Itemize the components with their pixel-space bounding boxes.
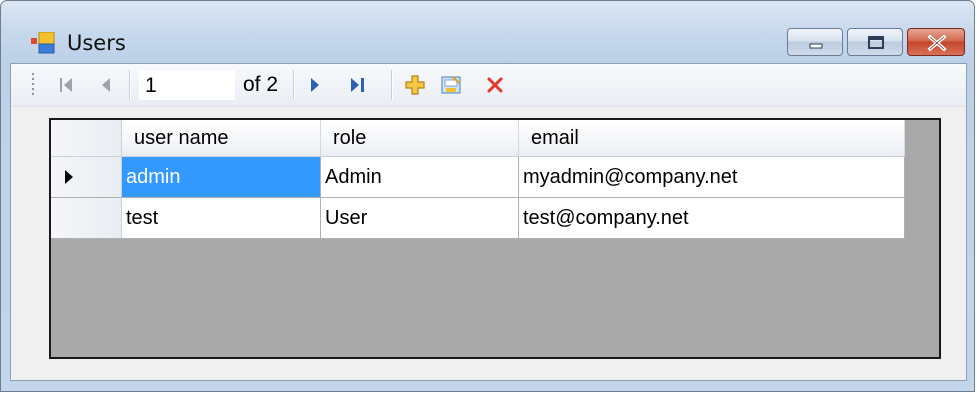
close-icon <box>927 34 947 52</box>
cell-user-name[interactable]: test <box>121 197 321 239</box>
move-first-icon[interactable] <box>55 73 79 97</box>
move-previous-icon[interactable] <box>95 73 119 97</box>
close-button[interactable] <box>907 28 965 56</box>
row-header[interactable] <box>51 197 122 239</box>
minimize-icon <box>809 43 823 49</box>
cell-email[interactable]: test@company.net <box>518 197 905 239</box>
toolbar-separator <box>391 70 393 100</box>
column-header-user-name[interactable]: user name <box>121 120 321 157</box>
cell-role[interactable]: Admin <box>320 156 519 198</box>
header-row: user name role email <box>51 120 905 157</box>
table-row[interactable]: test User test@company.net <box>51 197 905 239</box>
table-row[interactable]: admin Admin myadmin@company.net <box>51 156 905 198</box>
row-header[interactable] <box>51 156 122 198</box>
add-new-icon[interactable] <box>403 73 427 97</box>
position-input[interactable] <box>139 70 235 100</box>
users-data-grid[interactable]: user name role email admin Admin myadmin… <box>49 118 941 359</box>
app-form-icon <box>31 32 55 54</box>
cell-email[interactable]: myadmin@company.net <box>518 156 905 198</box>
window-title: Users <box>67 31 126 55</box>
save-icon[interactable] <box>439 73 463 97</box>
toolbar-separator <box>129 70 131 100</box>
binding-navigator: of 2 <box>11 64 966 107</box>
maximize-icon <box>868 36 884 49</box>
column-header-email[interactable]: email <box>518 120 905 157</box>
toolbar-separator <box>293 70 295 100</box>
column-header-role[interactable]: role <box>320 120 519 157</box>
current-row-arrow-icon <box>65 170 73 184</box>
grid-table: user name role email admin Admin myadmin… <box>51 120 905 239</box>
cell-user-name[interactable]: admin <box>121 156 321 198</box>
maximize-button[interactable] <box>847 28 903 56</box>
move-next-icon[interactable] <box>303 73 327 97</box>
row-header-corner[interactable] <box>51 120 122 157</box>
count-label: of 2 <box>243 73 279 96</box>
cell-role[interactable]: User <box>320 197 519 239</box>
move-last-icon[interactable] <box>345 73 369 97</box>
users-window: Users 1 of 2 user name role email admin … <box>0 0 975 392</box>
toolbar-grip[interactable] <box>31 72 35 98</box>
delete-icon[interactable] <box>483 73 507 97</box>
minimize-button[interactable] <box>787 28 843 56</box>
form-client-area: of 2 <box>10 63 967 381</box>
title-bar[interactable]: Users <box>1 1 974 63</box>
